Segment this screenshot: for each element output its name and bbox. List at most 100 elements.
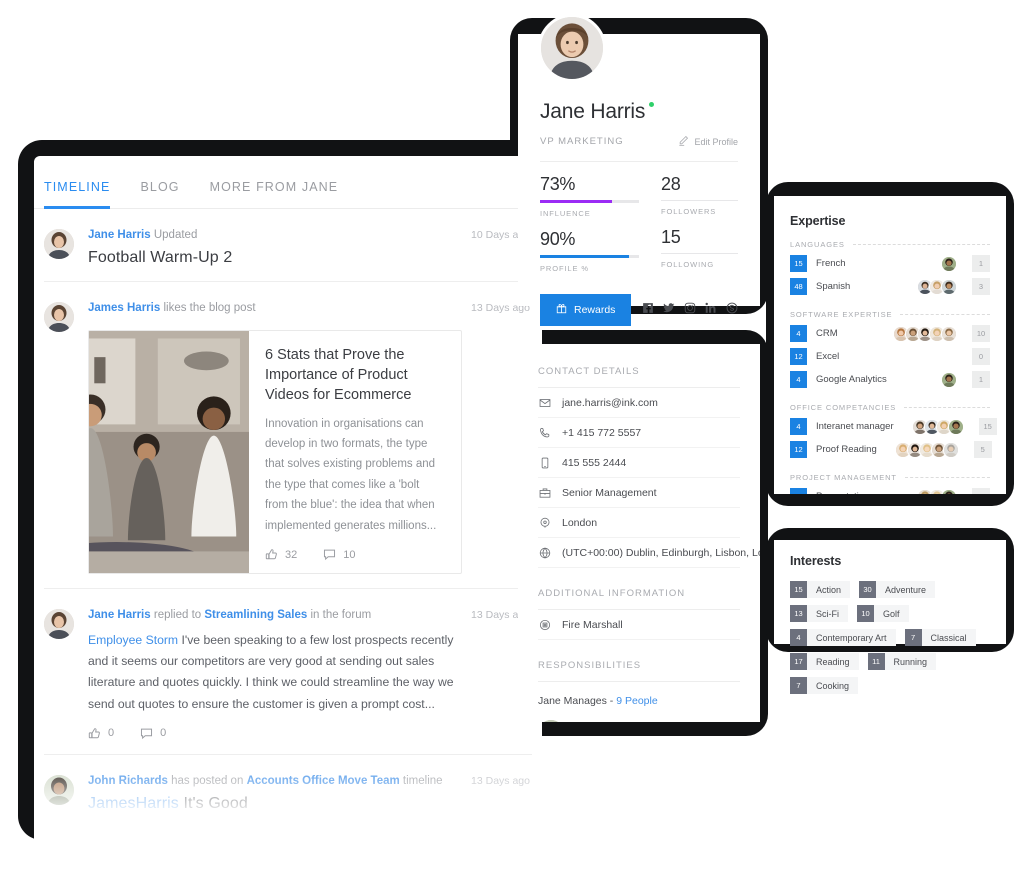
interest-chip[interactable]: 7 Cooking	[790, 677, 859, 694]
interest-chip[interactable]: 17 Reading	[790, 653, 859, 670]
blog-title[interactable]: 6 Stats that Prove the Importance of Pro…	[265, 345, 445, 405]
blog-actions: 32 10	[265, 548, 445, 561]
like-action[interactable]: 32	[265, 548, 297, 561]
post-actions: 0 0	[88, 727, 462, 740]
group-label: SOFTWARE EXPERTISE	[790, 310, 893, 319]
interest-label: Classical	[930, 632, 967, 643]
skill-name: Excel	[816, 351, 840, 362]
expertise-skill-row[interactable]: 4 CRM 10	[790, 322, 990, 345]
contact-row-email[interactable]: jane.harris@ink.com	[538, 388, 740, 418]
instagram-icon[interactable]	[684, 301, 696, 319]
contact-row-department[interactable]: Senior Management	[538, 478, 740, 508]
reply-text: Employee Storm I've been speaking to a f…	[88, 630, 462, 715]
like-action[interactable]: 2	[88, 825, 114, 832]
edit-profile-button[interactable]: Edit Profile	[678, 135, 738, 148]
post-title[interactable]: Football Warm-Up 2	[88, 249, 462, 267]
manages-people-link[interactable]: 9 People	[616, 695, 657, 707]
expertise-skill-row[interactable]: 15 French 1	[790, 252, 990, 275]
post-author[interactable]: John Richards	[88, 775, 168, 787]
blog-post-card[interactable]: 6 Stats that Prove the Importance of Pro…	[88, 329, 462, 575]
stat-followers[interactable]: 28 FOLLOWERS	[661, 174, 738, 216]
blog-excerpt: Innovation in organisations can develop …	[265, 417, 437, 532]
post-action-link[interactable]: Accounts Office Move Team	[247, 775, 400, 787]
expertise-group-heading: OFFICE COMPETANCIES	[790, 403, 990, 412]
comment-action[interactable]: 10	[323, 548, 356, 561]
interest-chip[interactable]: 15 Action	[790, 581, 851, 598]
contact-timezone: (UTC+00:00) Dublin, Edinburgh, Lisbon, L…	[562, 547, 760, 559]
comment-action[interactable]: 0	[140, 727, 166, 740]
stat-following[interactable]: 15 FOLLOWING	[661, 227, 738, 269]
thumbs-up-icon	[88, 825, 101, 832]
interest-chip[interactable]: 30 Adventure	[859, 581, 936, 598]
expertise-skill-row[interactable]: 4 Google Analytics 1	[790, 368, 990, 391]
skill-badge: 15	[790, 255, 807, 272]
endorser-avatars[interactable]	[893, 325, 957, 342]
additional-row-fire-marshall[interactable]: Fire Marshall	[538, 610, 740, 640]
divider	[661, 200, 738, 201]
post-action: replied to	[153, 609, 202, 622]
profile-avatar[interactable]	[538, 14, 606, 82]
page-title: Jane Harris	[540, 100, 646, 123]
post-body: John Richards has posted on Accounts Off…	[88, 773, 532, 832]
post-author[interactable]: Jane Harris	[88, 609, 151, 621]
expertise-skill-row[interactable]: 4 Presentations 3	[790, 485, 990, 494]
expertise-skill-row[interactable]: 12 Proof Reading 5	[790, 438, 992, 461]
expertise-card: Expertise LANGUAGES 15 French 1 48 Spani…	[774, 196, 1006, 494]
endorser-avatars[interactable]	[894, 441, 959, 458]
tab-timeline[interactable]: TIMELINE	[44, 180, 111, 209]
online-status-dot	[649, 102, 655, 107]
interest-chip[interactable]: 7 Classical	[904, 629, 976, 646]
profile-role: VP MARKETING	[540, 136, 624, 147]
skype-icon[interactable]	[726, 301, 738, 319]
mobile-icon	[538, 457, 551, 469]
post-author[interactable]: James Harris	[88, 302, 160, 314]
facebook-icon[interactable]	[642, 301, 654, 319]
skill-count: 3	[972, 278, 990, 295]
contact-row-timezone[interactable]: (UTC+00:00) Dublin, Edinburgh, Lisbon, L…	[538, 538, 760, 568]
envelope-icon	[538, 397, 551, 409]
interest-chip[interactable]: 13 Sci-Fi	[790, 605, 848, 622]
interest-chip[interactable]: 11 Running	[867, 653, 937, 670]
contact-row-location[interactable]: London	[538, 508, 740, 538]
interest-chip[interactable]: 4 Contemporary Art	[790, 629, 896, 646]
like-action[interactable]: 0	[88, 727, 114, 740]
briefcase-icon	[538, 487, 551, 499]
skill-name: Spanish	[816, 281, 851, 292]
comment-action[interactable]: 1	[140, 825, 166, 832]
stat-value: 15	[661, 227, 681, 247]
expertise-skill-row[interactable]: 4 Interanet manager 15	[790, 415, 997, 438]
skill-count: 1	[972, 371, 990, 388]
contact-row-mobile[interactable]: 415 555 2444	[538, 448, 740, 478]
post-title: JamesHarris It's Good	[88, 795, 462, 813]
contact-details-heading: CONTACT DETAILS	[538, 366, 740, 388]
rewards-button[interactable]: Rewards	[540, 294, 632, 326]
interest-chip[interactable]: 10 Golf	[857, 605, 909, 622]
post-title-link[interactable]: JamesHarris	[88, 795, 179, 812]
manager-row[interactable]: Daniel Jones Jane's Manager	[538, 720, 740, 722]
contact-row-phone[interactable]: +1 415 772 5557	[538, 418, 740, 448]
interest-label: Adventure	[885, 584, 927, 595]
comment-count: 1	[160, 825, 167, 832]
interest-label: Contemporary Art	[816, 632, 887, 643]
contact-email: jane.harris@ink.com	[562, 397, 658, 409]
endorser-avatars[interactable]	[941, 371, 957, 388]
tab-more-from-jane[interactable]: MORE FROM JANE	[210, 180, 339, 209]
like-count: 32	[285, 548, 298, 561]
post-action-link[interactable]: Streamlining Sales	[204, 609, 307, 621]
endorser-avatars[interactable]	[911, 418, 964, 435]
post-actions: 2 1	[88, 825, 462, 832]
expertise-skill-row[interactable]: 12 Excel 0	[790, 345, 990, 368]
reply-link[interactable]: Employee Storm	[88, 633, 178, 647]
post-author[interactable]: Jane Harris	[88, 229, 151, 241]
like-count: 2	[108, 825, 115, 832]
timeline-post: Jane Harris Updated Football Warm-Up 2 1…	[44, 209, 532, 283]
linkedin-icon[interactable]	[705, 301, 717, 319]
expertise-skill-row[interactable]: 48 Spanish 3	[790, 275, 990, 298]
twitter-icon[interactable]	[663, 301, 675, 319]
endorser-avatars[interactable]	[917, 488, 957, 494]
profile-footer: Rewards	[540, 294, 738, 326]
tab-blog[interactable]: BLOG	[140, 180, 179, 209]
endorser-avatars[interactable]	[917, 278, 957, 295]
endorser-avatars[interactable]	[941, 255, 957, 272]
progress-fill	[540, 200, 613, 203]
